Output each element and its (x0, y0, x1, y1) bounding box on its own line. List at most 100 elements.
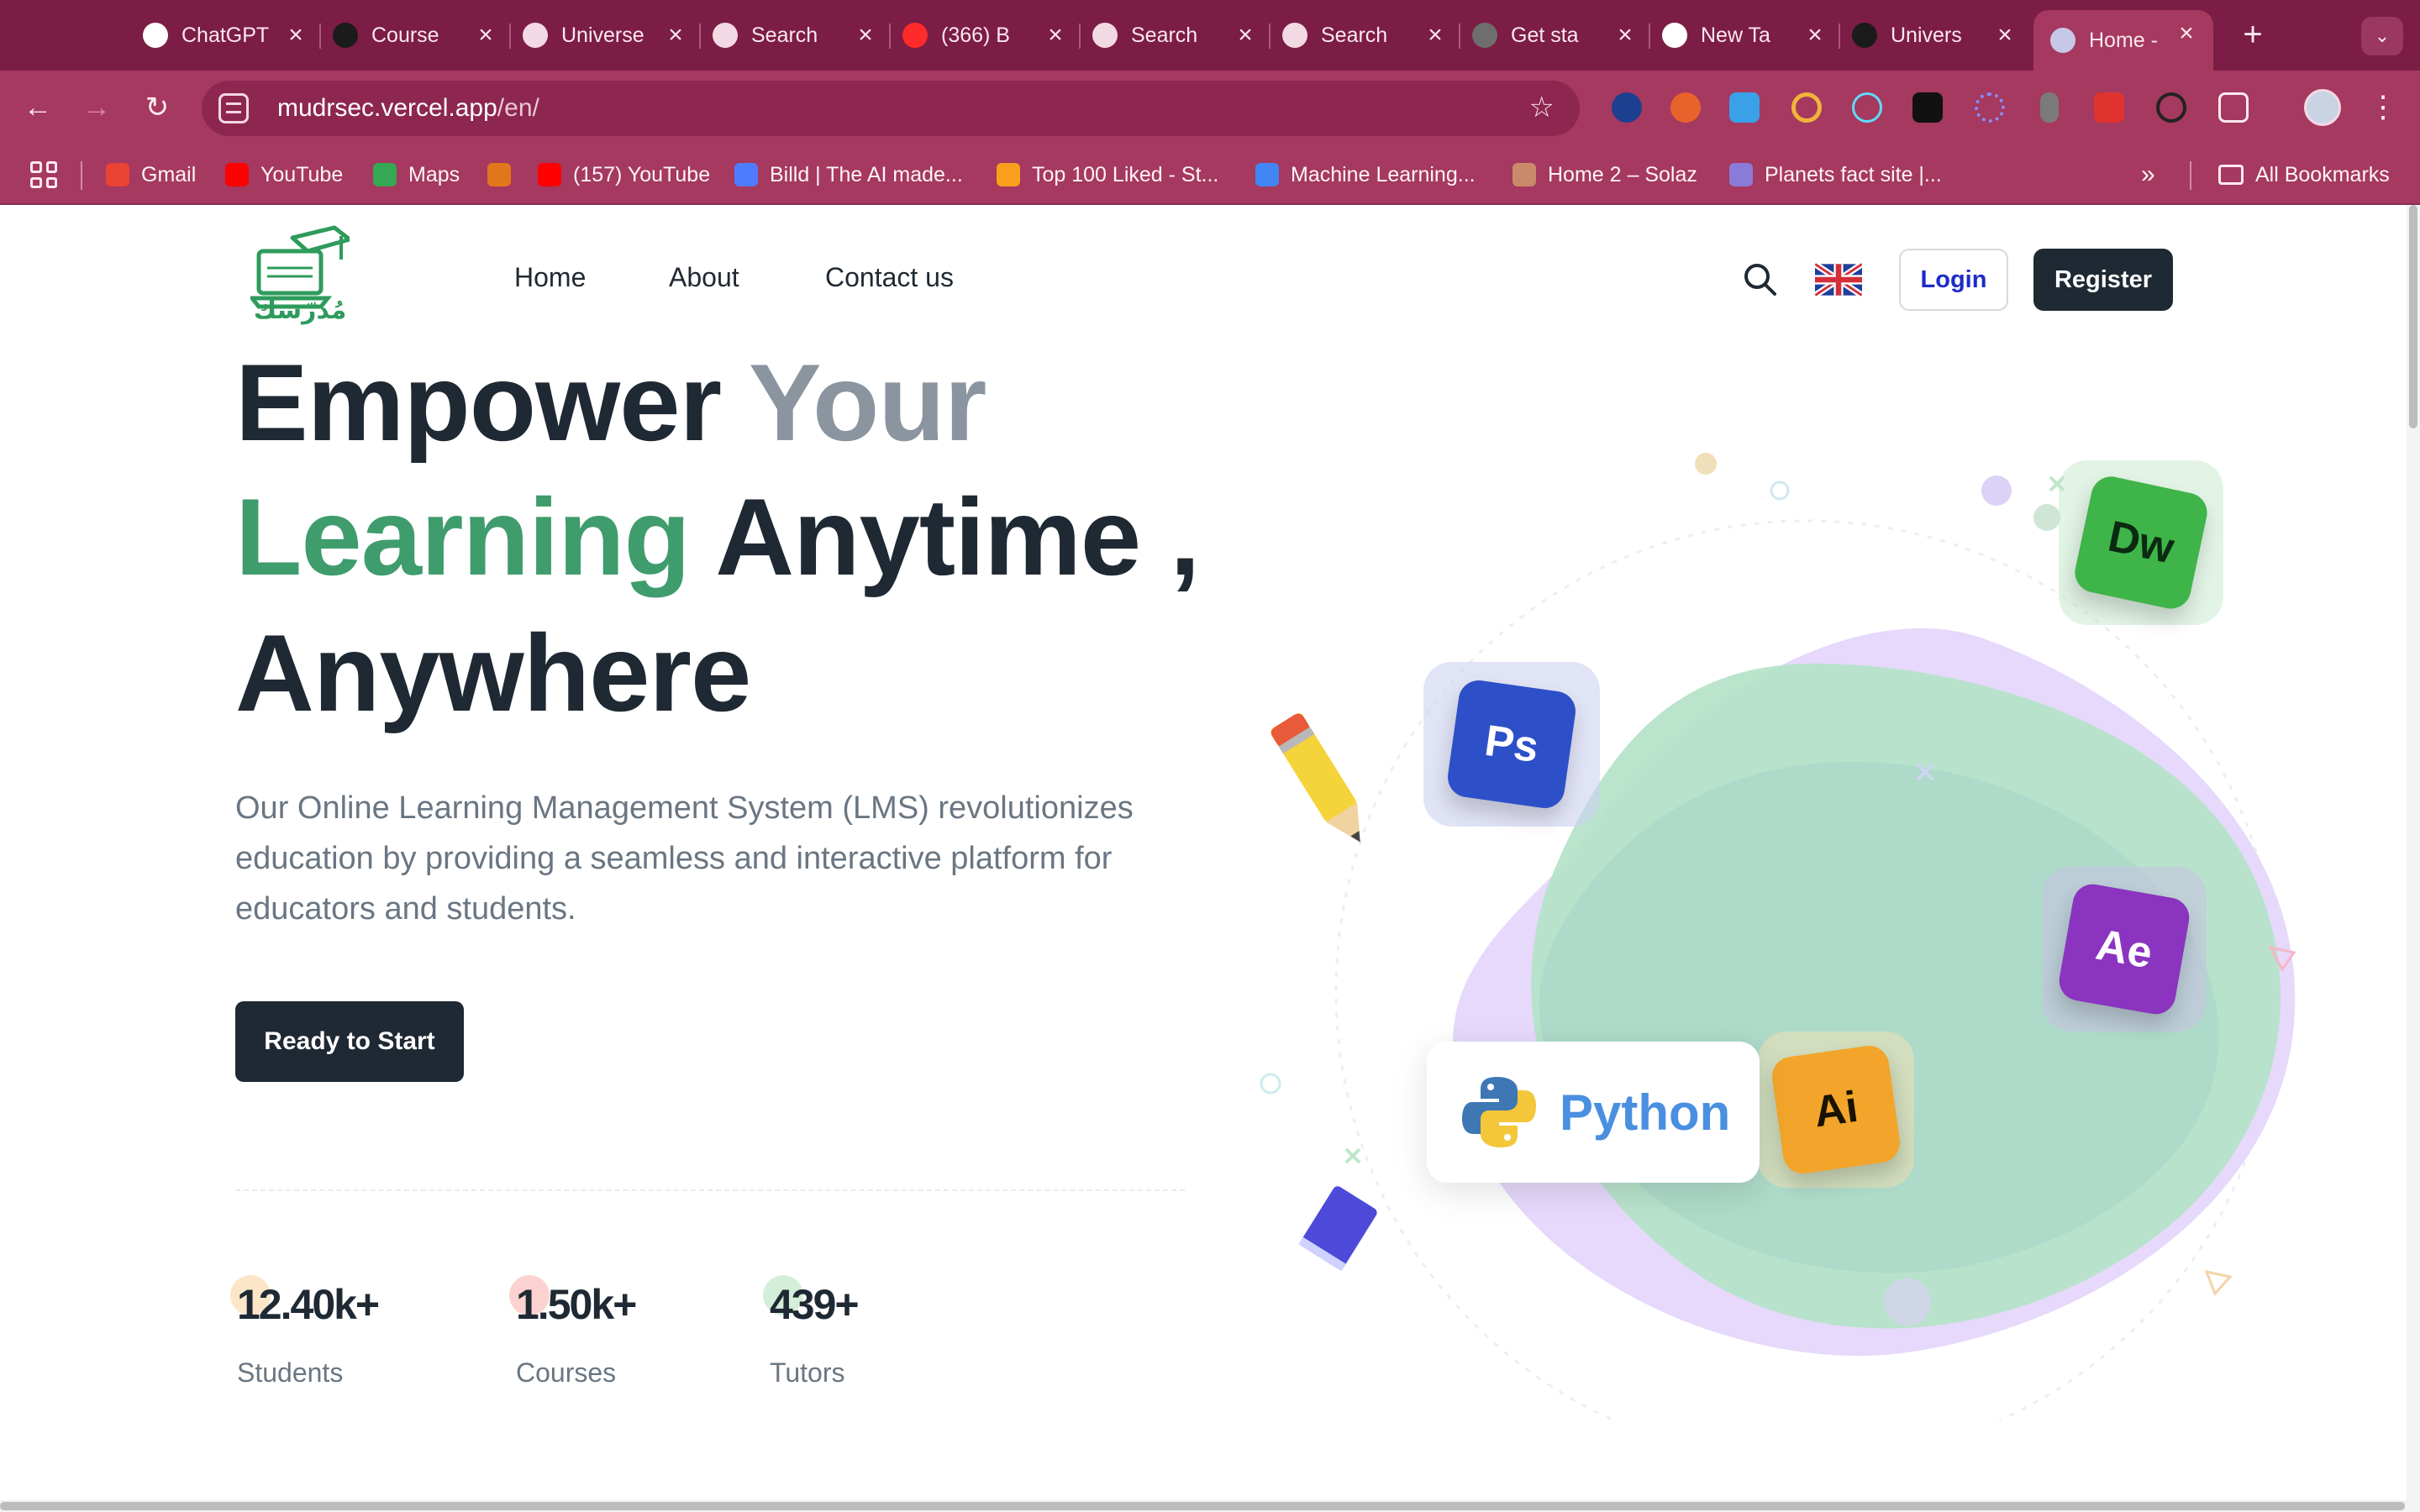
openai-icon (713, 23, 738, 48)
tab-title: New Ta (1701, 23, 1770, 47)
bookmark-item[interactable]: Home 2 – Solaz (1512, 161, 1697, 188)
menu-kebab-icon[interactable]: ⋮ (2368, 84, 2398, 129)
tab-title: ChatGPT (182, 23, 270, 47)
stat-value: 12.40k+ (237, 1281, 380, 1328)
bookmark-item[interactable]: Top 100 Liked - St... (997, 161, 1218, 188)
nav-contact-us[interactable]: Contact us (825, 262, 954, 293)
maps-icon (373, 163, 397, 186)
after-effects-label: Ae (2092, 920, 2156, 979)
tab-title: Course (371, 23, 439, 47)
back-arrow-icon[interactable]: ← (17, 87, 59, 129)
scrollbar-thumb[interactable] (0, 1502, 2405, 1510)
tab-separator (699, 24, 701, 49)
browser-tab[interactable]: Univers × (1852, 12, 2020, 59)
tab-title: Search (751, 23, 818, 47)
course-icon (333, 23, 358, 48)
illustrator-app-tile: Ai (1758, 1032, 1914, 1188)
browser-tab[interactable]: Home - × (2033, 10, 2213, 71)
apps-grid-icon[interactable] (30, 161, 57, 188)
youtube-icon (902, 23, 928, 48)
extension-mic-icon[interactable] (2040, 92, 2059, 123)
after-effects-icon: Ae (2055, 880, 2193, 1018)
mudrsec-icon (2050, 28, 2075, 53)
more-bookmarks-icon[interactable]: » (2141, 160, 2155, 188)
browser-tab[interactable]: New Ta × (1662, 12, 1830, 59)
bookmark-label: Maps (408, 162, 460, 186)
leetcode-icon (997, 163, 1020, 186)
bookmark-item[interactable]: Planets fact site |... (1729, 161, 1942, 188)
tab-search-chevron-icon[interactable]: ⌄ (2361, 17, 2403, 55)
browser-tab[interactable]: Search × (1092, 12, 1260, 59)
tab-separator (1649, 24, 1650, 49)
close-tab-icon[interactable]: × (1040, 20, 1071, 50)
close-tab-icon[interactable]: × (1610, 20, 1640, 50)
extension-dark-icon[interactable] (1912, 92, 1943, 123)
register-button[interactable]: Register (2033, 249, 2173, 311)
nav-about[interactable]: About (669, 262, 739, 293)
close-tab-icon[interactable]: × (1420, 20, 1450, 50)
extension-f-icon[interactable] (1729, 92, 1760, 123)
bookmark-item[interactable]: YouTube (225, 161, 343, 188)
all-bookmarks[interactable]: All Bookmarks (2218, 161, 2390, 188)
close-tab-icon[interactable]: × (2171, 18, 2202, 49)
python-card: Python (1427, 1042, 1760, 1183)
profile-avatar[interactable] (2304, 89, 2341, 126)
reload-icon[interactable]: ↻ (136, 87, 178, 129)
uk-flag-language-icon[interactable] (1815, 262, 1862, 297)
close-tab-icon[interactable]: × (1990, 20, 2020, 50)
hero-illustration: Dw Ps Ae Ai Python (1210, 386, 2328, 1420)
close-tab-icon[interactable]: × (1230, 20, 1260, 50)
tab-title: Universe (561, 23, 644, 47)
browser-tab[interactable]: Course × (333, 12, 501, 59)
extension-react-icon[interactable] (1852, 92, 1882, 123)
close-tab-icon[interactable]: × (660, 20, 691, 50)
tab-separator (1459, 24, 1460, 49)
tab-title: Univers (1891, 23, 1962, 47)
url-text: mudrsec.vercel.app/en/ (277, 94, 539, 122)
extension-s-icon[interactable] (1670, 92, 1701, 123)
stat-label: Tutors (770, 1357, 845, 1388)
close-tab-icon[interactable]: × (850, 20, 881, 50)
photoshop-label: Ps (1481, 716, 1542, 773)
address-bar[interactable]: mudrsec.vercel.app/en/ ☆ (202, 81, 1580, 136)
browser-tab[interactable]: Get sta × (1472, 12, 1640, 59)
extension-swap-icon[interactable] (2094, 92, 2124, 123)
bookmark-label: Machine Learning... (1291, 162, 1476, 186)
tab-strip: ChatGPT × Course × Universe × Search × (366) B × S… (0, 0, 2420, 71)
scrollbar-thumb[interactable] (2409, 205, 2417, 428)
extensions-puzzle-icon[interactable] (2218, 92, 2249, 123)
site-info-icon[interactable] (218, 93, 249, 123)
extension-target-icon[interactable] (1791, 92, 1822, 123)
forward-arrow-icon[interactable]: → (76, 87, 118, 129)
close-tab-icon[interactable]: × (1800, 20, 1830, 50)
ready-to-start-button[interactable]: Ready to Start (235, 1001, 464, 1082)
browser-tab[interactable]: Universe × (523, 12, 691, 59)
new-tab-button[interactable]: + (2232, 15, 2274, 57)
browser-tab[interactable]: ChatGPT × (143, 12, 311, 59)
nav-home[interactable]: Home (514, 262, 586, 293)
vertical-scrollbar[interactable] (2407, 205, 2420, 1512)
bookmark-item[interactable]: Billd | The AI made... (734, 161, 963, 188)
close-tab-icon[interactable]: × (471, 20, 501, 50)
hero-text-accent: Your (748, 341, 986, 464)
extension-history-icon[interactable] (2156, 92, 2186, 123)
login-button[interactable]: Login (1899, 249, 2008, 311)
hero-description: Our Online Learning Management System (L… (235, 790, 1134, 927)
bookmark-item[interactable]: (157) YouTube (538, 161, 710, 188)
bookmark-item[interactable] (487, 161, 523, 188)
bookmark-star-icon[interactable]: ☆ (1529, 91, 1555, 124)
browser-tab[interactable]: Search × (1282, 12, 1450, 59)
extension-gear-icon[interactable] (1975, 92, 2005, 123)
browser-tab[interactable]: (366) B × (902, 12, 1071, 59)
bookmark-item[interactable]: Gmail (106, 161, 196, 188)
search-icon[interactable] (1743, 262, 1778, 297)
close-tab-icon[interactable]: × (281, 20, 311, 50)
bookmark-label: Top 100 Liked - St... (1032, 162, 1219, 186)
bookmarks-separator (81, 161, 82, 190)
horizontal-scrollbar[interactable] (0, 1500, 2407, 1512)
dreamweaver-icon: Dw (2070, 472, 2212, 613)
bookmark-item[interactable]: Machine Learning... (1255, 161, 1476, 188)
bookmark-item[interactable]: Maps (373, 161, 460, 188)
browser-tab[interactable]: Search × (713, 12, 881, 59)
extension-v-icon[interactable] (1612, 92, 1642, 123)
